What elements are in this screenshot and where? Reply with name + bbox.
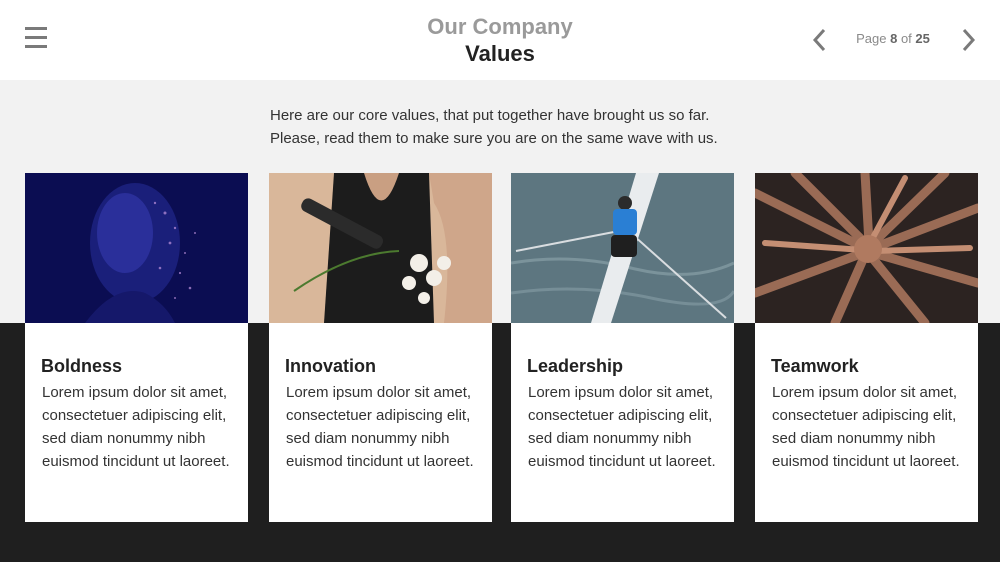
page-current: 8 — [890, 31, 898, 46]
chevron-left-icon[interactable] — [810, 28, 830, 52]
top-bar: Our Company Values Page 8 of 25 — [0, 0, 1000, 80]
card-text: Lorem ipsum dolor sit amet, consectetuer… — [772, 384, 960, 470]
page-total: 25 — [915, 31, 930, 46]
rower-on-water-photo — [511, 173, 734, 323]
value-card-teamwork: Teamwork Lorem ipsum dolor sit amet, con… — [755, 173, 978, 522]
card-text: Lorem ipsum dolor sit amet, consectetuer… — [528, 384, 716, 470]
card-title: Innovation — [285, 356, 376, 376]
value-card-leadership: Leadership Lorem ipsum dolor sit amet, c… — [511, 173, 734, 522]
value-card-boldness: Boldness Lorem ipsum dolor sit amet, con… — [25, 173, 248, 522]
chevron-right-icon[interactable] — [958, 28, 978, 52]
page-label: Page — [856, 31, 887, 46]
intro-text: Here are our core values, that put toget… — [0, 104, 1000, 150]
portrait-with-glitter-photo — [25, 173, 248, 323]
value-card-innovation: Innovation Lorem ipsum dolor sit amet, c… — [269, 173, 492, 522]
page-indicator: Page 8 of 25 — [830, 31, 956, 46]
prosthetic-arm-flowers-photo — [269, 173, 492, 323]
page-of: of — [900, 31, 912, 46]
card-title: Teamwork — [771, 356, 859, 376]
stacked-hands-photo — [755, 173, 978, 323]
card-title: Boldness — [41, 356, 123, 376]
card-text: Lorem ipsum dolor sit amet, consectetuer… — [42, 384, 230, 470]
card-title: Leadership — [527, 356, 624, 376]
card-text: Lorem ipsum dolor sit amet, consectetuer… — [286, 384, 474, 470]
intro-line1: Here are our core values, that put toget… — [270, 107, 710, 124]
intro-line2: Please, read them to make sure you are o… — [270, 130, 718, 147]
